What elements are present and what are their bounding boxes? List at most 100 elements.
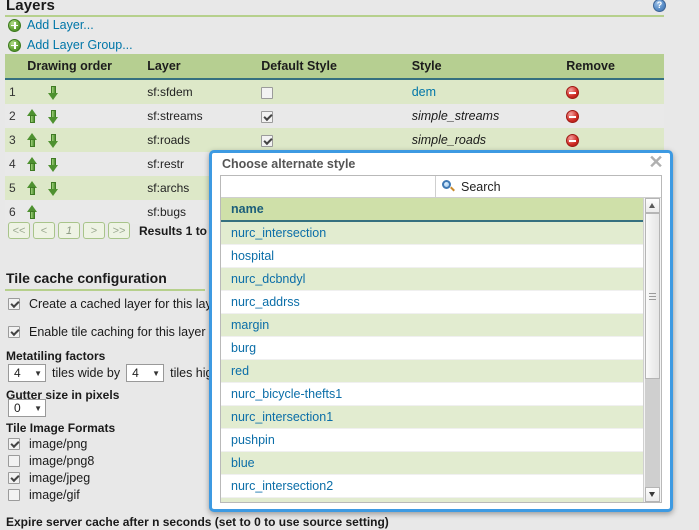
help-icon[interactable]: ?: [653, 0, 666, 12]
metatiling-factors-label: Metatiling factors: [6, 349, 106, 363]
style-list-item[interactable]: blue: [221, 452, 643, 475]
enable-tile-caching-label: Enable tile caching for this layer: [29, 325, 206, 339]
search-bar: Search: [221, 176, 661, 198]
move-down-icon[interactable]: [48, 109, 59, 124]
move-down-icon[interactable]: [48, 133, 59, 148]
scroll-down-button[interactable]: [645, 487, 660, 502]
row-number: 1: [5, 79, 24, 104]
search-label-area[interactable]: Search: [436, 176, 501, 197]
scroll-up-button[interactable]: [645, 198, 660, 213]
style-list-item[interactable]: hospital: [221, 245, 643, 268]
add-layer-group-link[interactable]: Add Layer Group...: [8, 38, 133, 52]
search-input[interactable]: [221, 176, 435, 197]
row-number: 5: [5, 176, 24, 200]
add-circle-icon: [8, 18, 21, 32]
remove-icon[interactable]: [566, 110, 580, 124]
gutter-row: 0 ▼: [8, 399, 46, 417]
format-option-row[interactable]: image/gif: [8, 488, 80, 502]
move-down-icon[interactable]: [48, 85, 59, 100]
page-root: Layers ? Add Layer... Add Layer Group...…: [0, 0, 699, 530]
style-list-item[interactable]: nurc_bicycle-thefts1: [221, 383, 643, 406]
style-list-item[interactable]: pushpin: [221, 429, 643, 452]
chevron-down-icon: [649, 492, 655, 497]
move-down-icon[interactable]: [48, 181, 59, 196]
format-checkbox[interactable]: [8, 438, 20, 450]
move-up-icon[interactable]: [27, 108, 38, 124]
default-style-checkbox[interactable]: [261, 110, 274, 123]
style-cell: simple_roads: [407, 128, 563, 152]
format-option-row[interactable]: image/png8: [8, 454, 94, 468]
style-grid-rows: nurc_intersection hospital nurc_dcbndyl nur…: [221, 222, 643, 502]
default-style-checkbox[interactable]: [261, 86, 274, 99]
pager-next-button[interactable]: >: [83, 222, 105, 239]
row-number: 2: [5, 104, 24, 128]
style-cell: dem: [407, 79, 563, 104]
metatiling-wide-select[interactable]: 4 ▼: [8, 364, 46, 382]
search-label: Search: [461, 179, 501, 194]
col-header-blank: [5, 54, 24, 80]
metatiling-high-value: 4: [132, 366, 139, 380]
format-checkbox[interactable]: [8, 489, 20, 501]
chevron-down-icon: ▼: [152, 368, 161, 378]
close-icon[interactable]: ✕: [648, 153, 664, 171]
style-grid: name nurc_intersection hospital nurc_dcbnd…: [221, 198, 661, 502]
enable-tile-caching-checkbox[interactable]: [8, 326, 20, 338]
row-number: 4: [5, 152, 24, 176]
style-grid-header-name[interactable]: name: [221, 198, 643, 222]
drawing-order-cell: [23, 200, 144, 224]
move-down-icon[interactable]: [48, 157, 59, 172]
move-up-icon[interactable]: [27, 180, 38, 196]
pager-prev-button[interactable]: <: [33, 222, 55, 239]
style-list-item[interactable]: nurc_intersection1: [221, 406, 643, 429]
pager-first-button[interactable]: <<: [8, 222, 30, 239]
drawing-order-cell: [23, 104, 144, 128]
style-grid-column: name nurc_intersection hospital nurc_dcbnd…: [221, 198, 643, 502]
scrollbar-thumb[interactable]: [645, 213, 660, 379]
add-layer-label[interactable]: Add Layer...: [27, 18, 94, 32]
create-cached-layer-row[interactable]: Create a cached layer for this layer g: [8, 297, 233, 311]
gutter-size-select[interactable]: 0 ▼: [8, 399, 46, 417]
move-up-icon[interactable]: [27, 132, 38, 148]
style-list-item[interactable]: nurc_dcbndyl: [221, 268, 643, 291]
style-cell: simple_streams: [407, 104, 563, 128]
style-list-item[interactable]: nurc_mstnptm: [221, 498, 643, 502]
style-list-item[interactable]: nurc_intersection: [221, 222, 643, 245]
search-input-wrapper[interactable]: [221, 176, 436, 197]
table-row: 1 sf:sfdem dem: [5, 79, 664, 104]
add-layer-link[interactable]: Add Layer...: [8, 18, 94, 32]
table-row: 2 sf:streams simple_streams: [5, 104, 664, 128]
tile-image-formats-label: Tile Image Formats: [6, 421, 116, 435]
default-style-checkbox[interactable]: [261, 134, 274, 147]
remove-icon[interactable]: [566, 134, 580, 148]
dialog-title: Choose alternate style: [222, 157, 356, 171]
col-header-style: Style: [407, 54, 563, 80]
enable-tile-caching-row[interactable]: Enable tile caching for this layer: [8, 325, 205, 339]
pager-current-page[interactable]: 1: [58, 222, 80, 239]
pager-last-button[interactable]: >>: [108, 222, 130, 239]
scrollbar-grip: [649, 293, 656, 300]
default-style-cell: [257, 128, 408, 152]
metatiling-high-select[interactable]: 4 ▼: [126, 364, 165, 382]
dialog-body: Search name nurc_intersection hospital nur…: [220, 175, 662, 503]
style-list-item[interactable]: margin: [221, 314, 643, 337]
style-list-item[interactable]: nurc_addrss: [221, 291, 643, 314]
add-layer-group-label[interactable]: Add Layer Group...: [27, 38, 133, 52]
format-checkbox[interactable]: [8, 455, 20, 467]
add-circle-icon: [8, 38, 21, 52]
format-checkbox[interactable]: [8, 472, 20, 484]
format-option-row[interactable]: image/png: [8, 437, 87, 451]
style-list-item[interactable]: red: [221, 360, 643, 383]
remove-icon[interactable]: [566, 86, 580, 100]
scrollbar-track[interactable]: [645, 213, 660, 487]
style-list-item[interactable]: nurc_intersection2: [221, 475, 643, 498]
format-label: image/gif: [29, 488, 80, 502]
format-option-row[interactable]: image/jpeg: [8, 471, 90, 485]
style-list-item[interactable]: burg: [221, 337, 643, 360]
move-up-icon[interactable]: [27, 156, 38, 172]
pagination: << < 1 > >> Results 1 to 6 (: [8, 222, 224, 239]
style-link[interactable]: dem: [412, 85, 436, 99]
layer-name: sf:sfdem: [143, 79, 258, 104]
move-up-icon[interactable]: [27, 204, 38, 220]
create-cached-layer-checkbox[interactable]: [8, 298, 20, 310]
vertical-scrollbar[interactable]: [643, 198, 661, 502]
